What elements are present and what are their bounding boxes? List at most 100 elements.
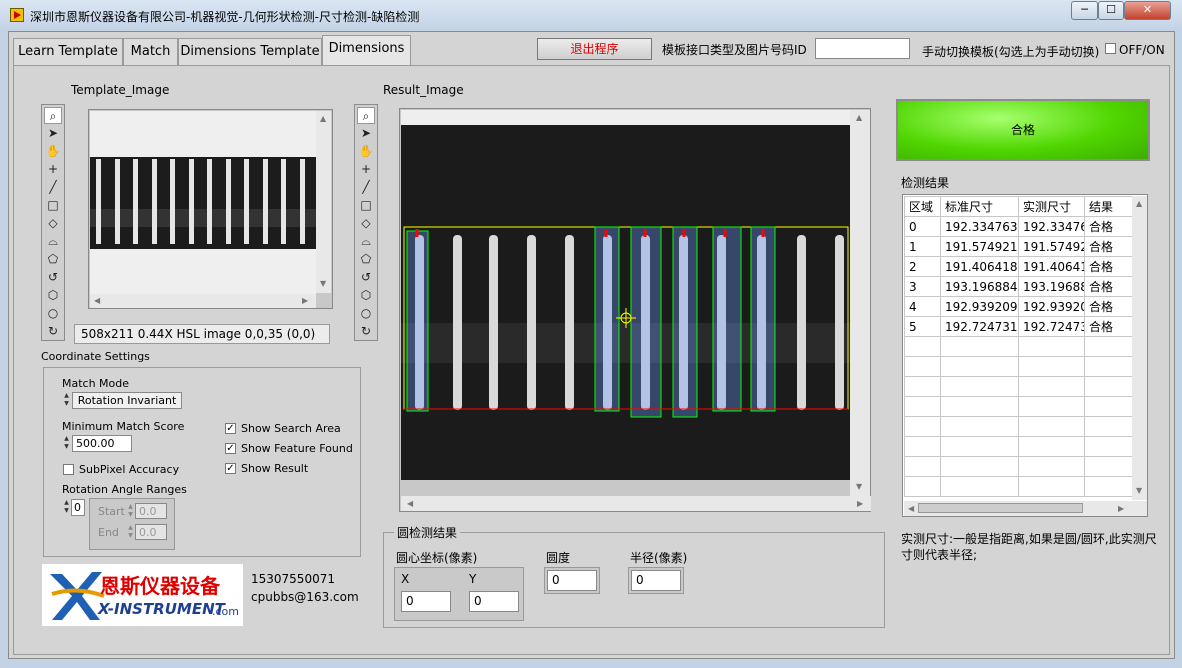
broken-line-icon[interactable]: ⬡ — [357, 287, 375, 304]
show-search-area-label: Show Search Area — [241, 422, 341, 435]
measurement-regions — [406, 226, 776, 418]
min-score-spinner-icon[interactable]: ▲ ▼ — [62, 435, 71, 452]
show-feature-found-label: Show Feature Found — [241, 442, 353, 455]
min-score-input[interactable]: 500.00 — [72, 435, 132, 452]
center-y-value: 0 — [469, 591, 519, 612]
polygon-icon[interactable]: ⬠ — [44, 251, 62, 268]
rotated-rect-icon[interactable]: ◇ — [44, 215, 62, 232]
polygon-icon[interactable]: ⬠ — [357, 251, 375, 268]
annulus-icon[interactable]: ⌓ — [44, 233, 62, 250]
rotate-icon[interactable]: ↻ — [357, 323, 375, 340]
result-image-canvas[interactable] — [401, 125, 850, 480]
freehand-icon[interactable]: ↺ — [357, 269, 375, 286]
pan-hand-icon[interactable]: ✋ — [44, 143, 62, 160]
annulus-icon[interactable]: ⌓ — [357, 233, 375, 250]
point-icon[interactable]: + — [44, 161, 62, 178]
table-cell: 5 — [904, 316, 941, 337]
manual-switch-label: 手动切换模板(勾选上为手动切换) — [922, 45, 1100, 59]
rotated-rect-icon[interactable]: ◇ — [357, 215, 375, 232]
table-row[interactable]: 3 193.196884 193.19688 合格 — [904, 276, 1133, 297]
tab-learn-template[interactable]: Learn Template — [13, 38, 123, 65]
line-icon[interactable]: ╱ — [357, 179, 375, 196]
logo-domain-suffix: .com — [212, 605, 239, 618]
start-spinner-icon[interactable]: ▲ ▼ — [126, 503, 135, 520]
contact-phone: 15307550071 — [251, 572, 335, 586]
result-horizontal-scrollbar[interactable]: ◀ ▶ — [401, 496, 871, 511]
column-header: 结果 — [1084, 196, 1133, 217]
point-icon[interactable]: + — [357, 161, 375, 178]
tab-dimensions-template[interactable]: Dimensions Template — [178, 38, 322, 65]
oval-icon[interactable]: ○ — [44, 305, 62, 322]
template-image-canvas[interactable] — [90, 111, 316, 294]
show-feature-found-checkbox[interactable]: ✓ — [225, 443, 236, 454]
results-table[interactable]: 区域 标准尺寸 实测尺寸 结果 0 192.334763 192.33476 合… — [902, 194, 1148, 517]
show-search-area-checkbox[interactable]: ✓ — [225, 423, 236, 434]
circle-center-label: 圆心坐标(像素) — [396, 551, 478, 565]
rectangle-icon[interactable]: □ — [44, 197, 62, 214]
table-cell: 1 — [904, 236, 941, 257]
table-cell: 192.93920 — [1018, 296, 1085, 317]
result-image-toolbar: ⌕ ➤ ✋ + ╱ □ ◇ ⌓ ⬠ ↺ ⬡ ○ ↻ — [354, 104, 378, 341]
freehand-icon[interactable]: ↺ — [44, 269, 62, 286]
coordinate-settings-group: Match Mode ▲ ▼ Rotation Invariant Minimum… — [43, 367, 361, 557]
start-input[interactable]: 0.0 — [135, 503, 167, 519]
result-image-top-margin — [401, 110, 850, 125]
end-label: End — [98, 526, 119, 539]
table-cell: 192.939209 — [940, 296, 1019, 317]
table-cell: 0 — [904, 216, 941, 237]
tab-dimensions[interactable]: Dimensions — [322, 35, 411, 66]
table-cell: 192.334763 — [940, 216, 1019, 237]
empty-row — [904, 476, 1133, 497]
rectangle-icon[interactable]: □ — [357, 197, 375, 214]
line-icon[interactable]: ╱ — [44, 179, 62, 196]
end-spinner-icon[interactable]: ▲ ▼ — [126, 524, 135, 541]
template-image-label: Template_Image — [71, 83, 170, 97]
tab-match[interactable]: Match — [123, 38, 178, 65]
zoom-icon[interactable]: ⌕ — [357, 107, 375, 124]
manual-switch-text: OFF/ON — [1119, 43, 1165, 57]
results-vertical-scrollbar[interactable]: ▲ ▼ — [1132, 196, 1147, 500]
table-row[interactable]: 0 192.334763 192.33476 合格 — [904, 216, 1133, 237]
result-vertical-scrollbar[interactable]: ▲ ▼ — [850, 110, 870, 496]
roundness-frame: 0 — [544, 567, 600, 594]
show-result-checkbox[interactable]: ✓ — [225, 463, 236, 474]
manual-switch-checkbox[interactable] — [1105, 43, 1116, 54]
table-row[interactable]: 5 192.724731 192.72473 合格 — [904, 316, 1133, 337]
minimize-button[interactable]: ─ — [1071, 1, 1098, 20]
template-vertical-scrollbar[interactable]: ▲ ▼ — [316, 111, 331, 293]
result-image-display[interactable]: ▲ ▼ ◀ ▶ — [399, 108, 871, 512]
template-image-display[interactable]: ▲ ▼ ◀ ▶ — [88, 109, 333, 309]
table-row[interactable]: 4 192.939209 192.93920 合格 — [904, 296, 1133, 317]
logo-english-text: X-INSTRUMENT — [98, 600, 225, 618]
table-row[interactable]: 2 191.406418 191.40641 合格 — [904, 256, 1133, 277]
exit-program-button[interactable]: 退出程序 — [537, 38, 652, 60]
template-horizontal-scrollbar[interactable]: ◀ ▶ — [90, 294, 316, 308]
maximize-button[interactable]: ☐ — [1098, 1, 1124, 20]
rotation-index-spinner-icon[interactable]: ▲ ▼ — [62, 499, 71, 516]
broken-line-icon[interactable]: ⬡ — [44, 287, 62, 304]
pointer-icon[interactable]: ➤ — [357, 125, 375, 142]
pointer-icon[interactable]: ➤ — [44, 125, 62, 142]
results-grid: 区域 标准尺寸 实测尺寸 结果 0 192.334763 192.33476 合… — [904, 196, 1133, 497]
rotation-index-input[interactable]: 0 — [71, 499, 85, 516]
match-mode-ring[interactable]: Rotation Invariant — [72, 392, 182, 409]
window-title: 深圳市恩斯仪器设备有限公司-机器视觉-几何形状检测-尺寸检测-缺陷检测 — [30, 10, 420, 24]
zoom-icon[interactable]: ⌕ — [44, 107, 62, 124]
rotate-icon[interactable]: ↻ — [44, 323, 62, 340]
results-label: 检测结果 — [901, 176, 950, 190]
close-window-button[interactable]: ✕ — [1124, 1, 1171, 20]
table-cell: 193.19688 — [1018, 276, 1085, 297]
match-mode-spinner-icon[interactable]: ▲ ▼ — [62, 392, 71, 409]
template-id-input[interactable] — [815, 38, 910, 59]
oval-icon[interactable]: ○ — [357, 305, 375, 322]
table-row[interactable]: 1 191.574921 191.57492 合格 — [904, 236, 1133, 257]
results-horizontal-scrollbar[interactable]: ◀ ▶ — [904, 501, 1147, 516]
labview-app-icon — [10, 8, 24, 22]
radius-label: 半径(像素) — [630, 551, 688, 565]
end-input[interactable]: 0.0 — [135, 524, 167, 540]
roundness-value: 0 — [547, 570, 597, 591]
empty-row — [904, 456, 1133, 477]
pan-hand-icon[interactable]: ✋ — [357, 143, 375, 160]
result-image-svg — [401, 226, 850, 418]
subpixel-checkbox[interactable] — [63, 464, 74, 475]
